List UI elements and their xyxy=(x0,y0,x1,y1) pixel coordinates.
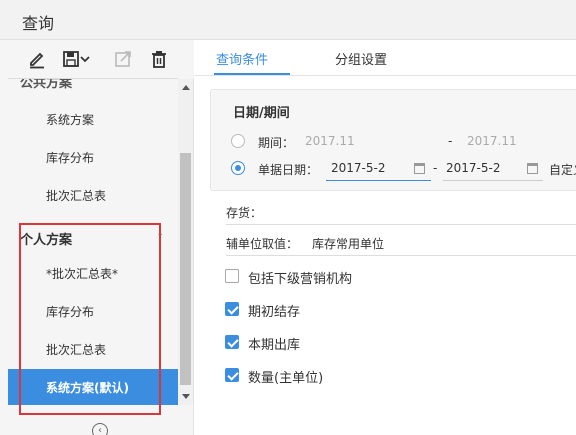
period-from-value[interactable]: 2017.11 xyxy=(305,134,355,148)
from-underline xyxy=(326,180,431,181)
scroll-down-icon[interactable] xyxy=(182,394,190,399)
aux-unit-underline xyxy=(226,255,576,256)
scrollbar-thumb[interactable] xyxy=(180,153,191,385)
opening-balance-checkbox[interactable] xyxy=(225,302,239,316)
export-icon[interactable] xyxy=(112,48,134,70)
quantity-main-unit-label: 数量(主单位) xyxy=(248,371,324,386)
dialog-titlebar: 查询 xyxy=(0,0,576,40)
opening-balance-label: 期初结存 xyxy=(248,305,301,320)
chevron-up-icon[interactable]: ⌃ xyxy=(156,79,164,87)
period-separator: - xyxy=(448,134,453,148)
doc-date-label: 单据日期： xyxy=(258,163,319,177)
current-outbound-checkbox[interactable] xyxy=(225,335,239,349)
scheme-item[interactable]: 批次汇总表 xyxy=(8,177,178,215)
doc-date-from-input[interactable]: 2017-5-2 xyxy=(331,161,385,175)
tab-bar: 查询条件 分组设置 xyxy=(194,40,576,76)
custom-range-option[interactable]: 自定义 xyxy=(549,161,576,178)
doc-date-separator: - xyxy=(433,161,438,175)
scheme-toolbar xyxy=(0,40,194,78)
calendar-icon[interactable] xyxy=(527,163,538,174)
tab-group-settings[interactable]: 分组设置 xyxy=(335,49,387,68)
date-period-section: 日期/期间 期间： 2017.11 - 2017.11 单据日期： 2017-5… xyxy=(210,89,576,191)
quantity-main-unit-checkbox[interactable] xyxy=(225,368,239,382)
active-tab-indicator xyxy=(214,73,290,75)
chevron-down-icon[interactable] xyxy=(78,48,92,70)
calendar-icon[interactable] xyxy=(414,163,425,174)
inventory-underline xyxy=(226,224,576,225)
aux-unit-select[interactable]: 库存常用单位 xyxy=(312,235,384,252)
collapse-left-icon[interactable]: ‹ xyxy=(92,423,108,435)
edit-icon[interactable] xyxy=(26,48,48,70)
include-sub-orgs-label: 包括下级营销机构 xyxy=(248,272,353,287)
tab-query-conditions[interactable]: 查询条件 xyxy=(216,49,268,68)
scheme-item[interactable]: 库存分布 xyxy=(8,139,178,177)
delete-icon[interactable] xyxy=(148,48,170,70)
date-section-title: 日期/期间 xyxy=(233,106,290,121)
dialog-title: 查询 xyxy=(22,14,55,33)
include-sub-orgs-checkbox[interactable] xyxy=(225,269,239,283)
current-outbound-label: 本期出库 xyxy=(248,338,301,353)
period-radio[interactable] xyxy=(231,134,245,148)
group-title-public[interactable]: 公共方案 xyxy=(20,79,72,91)
scheme-scrollbar[interactable] xyxy=(178,79,193,405)
scheme-item[interactable]: 系统方案 xyxy=(8,101,178,139)
doc-date-radio[interactable] xyxy=(231,161,245,175)
highlight-annotation-box xyxy=(19,223,161,415)
doc-date-to-input[interactable]: 2017-5-2 xyxy=(446,161,500,175)
aux-unit-label: 辅单位取值： xyxy=(226,237,299,251)
period-to-value[interactable]: 2017.11 xyxy=(467,134,517,148)
inventory-label: 存货： xyxy=(226,206,263,220)
to-underline xyxy=(443,180,543,181)
scroll-up-icon[interactable] xyxy=(182,85,190,90)
period-label: 期间： xyxy=(258,136,295,150)
